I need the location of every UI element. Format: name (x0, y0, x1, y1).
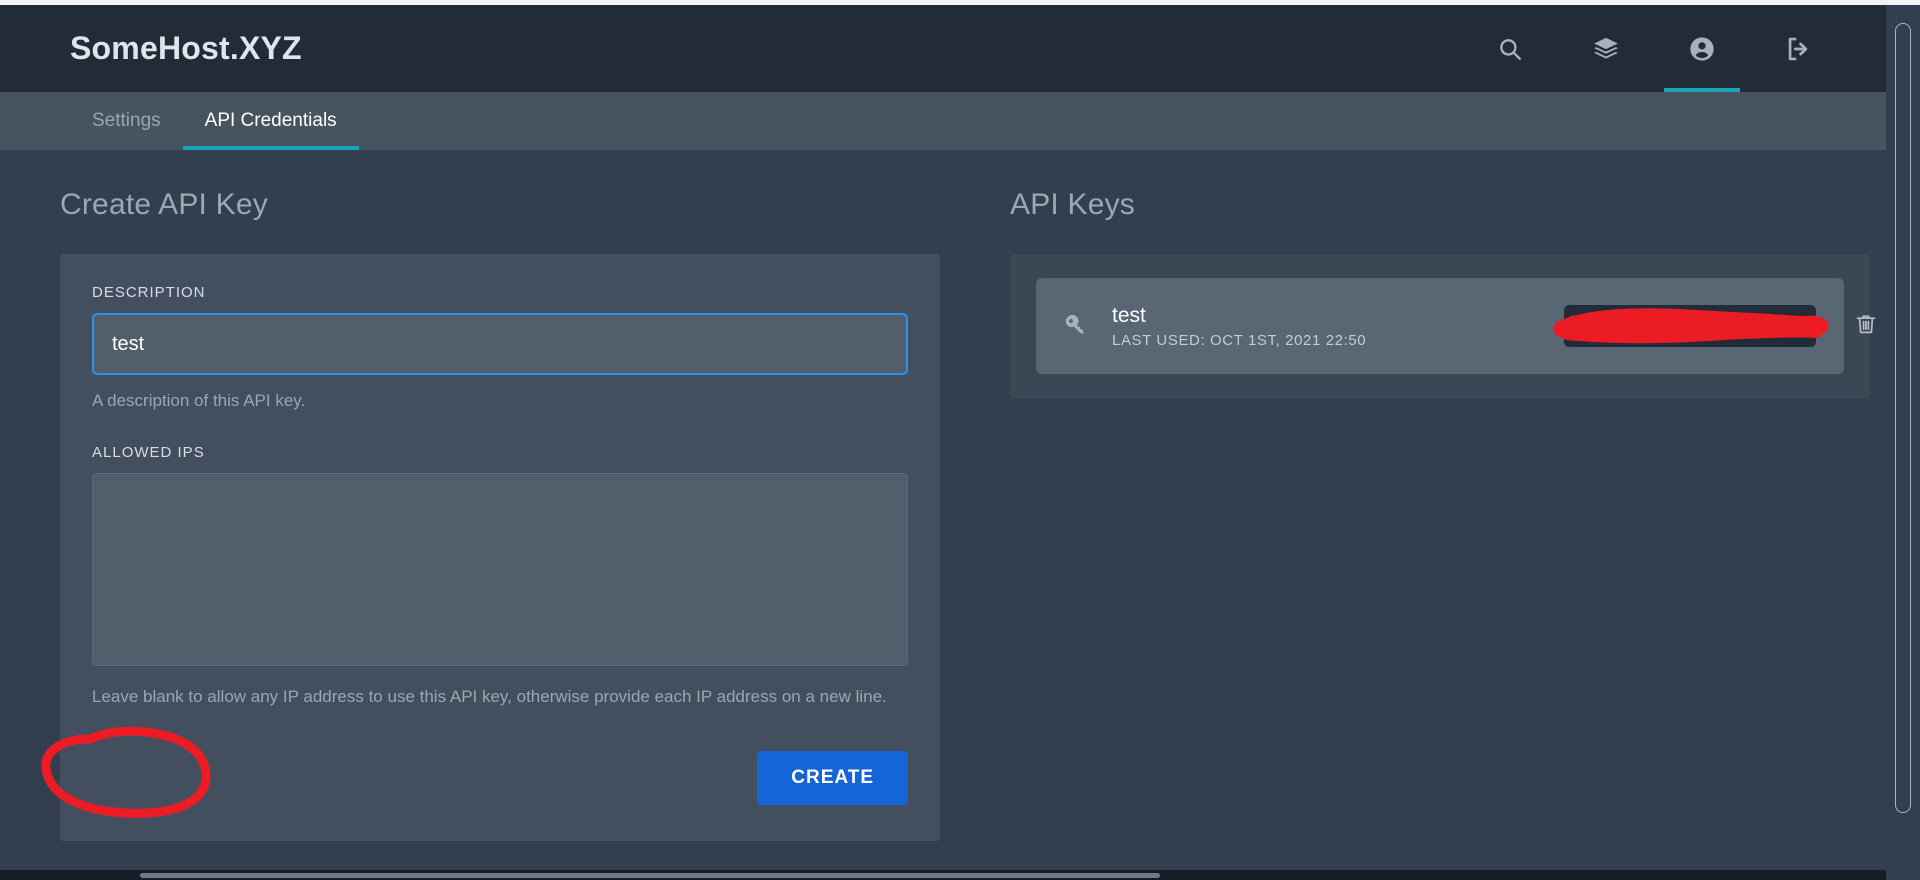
app-window: SomeHost.XYZ Settings API Credentials Cr… (0, 0, 1920, 880)
account-icon (1688, 35, 1716, 63)
token-redaction-annotation (1553, 308, 1829, 344)
page-content: Create API Key DESCRIPTION A description… (0, 150, 1886, 880)
tab-api-credentials-label: API Credentials (204, 110, 337, 131)
header-icon-group (1462, 5, 1846, 92)
logout-icon (1784, 35, 1812, 63)
tab-settings[interactable]: Settings (70, 92, 183, 150)
app-header: SomeHost.XYZ (0, 5, 1886, 92)
description-input[interactable] (92, 313, 908, 375)
layers-icon (1592, 35, 1620, 63)
tab-api-credentials[interactable]: API Credentials (182, 92, 359, 150)
create-api-key-card: DESCRIPTION A description of this API ke… (41, 254, 940, 842)
create-api-key-column: Create API Key DESCRIPTION A description… (41, 150, 940, 880)
key-last-used: LAST USED: OCT 1ST, 2021 22:50 (1112, 331, 1367, 349)
create-button-circle-annotation (41, 727, 211, 819)
account-icon-button[interactable] (1654, 5, 1750, 92)
allowed-ips-label: ALLOWED IPS (92, 443, 205, 461)
horizontal-scrollbar[interactable] (0, 870, 1886, 880)
vertical-scrollbar-thumb[interactable] (1895, 23, 1911, 813)
tab-settings-label: Settings (92, 110, 161, 131)
create-button[interactable]: CREATE (757, 751, 908, 806)
brand-title: SomeHost.XYZ (70, 30, 302, 66)
vertical-scrollbar[interactable] (1886, 5, 1920, 880)
trash-icon (1854, 312, 1878, 341)
tab-bar: Settings API Credentials (0, 92, 1886, 150)
allowed-ips-textarea[interactable] (92, 472, 908, 666)
description-label: DESCRIPTION (92, 284, 206, 301)
key-token-wrap (1553, 305, 1829, 347)
table-row[interactable]: test LAST USED: OCT 1ST, 2021 22:50 (1036, 278, 1876, 374)
allowed-ips-help-text: Leave blank to allow any IP address to u… (92, 686, 887, 706)
description-help-text: A description of this API key. (92, 391, 306, 410)
key-meta: test LAST USED: OCT 1ST, 2021 22:50 (1112, 304, 1542, 349)
create-api-key-heading: Create API Key (60, 188, 268, 221)
search-icon (1497, 36, 1523, 62)
key-token-field[interactable] (1553, 305, 1829, 347)
api-keys-heading: API Keys (1010, 188, 1135, 221)
search-icon-button[interactable] (1462, 5, 1558, 92)
logout-icon-button[interactable] (1750, 5, 1846, 92)
layers-icon-button[interactable] (1558, 5, 1654, 92)
key-icon (1062, 312, 1090, 340)
horizontal-scrollbar-thumb[interactable] (140, 873, 1160, 878)
api-keys-panel: test LAST USED: OCT 1ST, 2021 22:50 (1010, 254, 1876, 398)
api-keys-column: API Keys test LAST USED: OCT 1ST, 2021 2… (1010, 150, 1876, 880)
form-actions: CREATE (41, 727, 908, 819)
key-name: test (1112, 303, 1146, 327)
